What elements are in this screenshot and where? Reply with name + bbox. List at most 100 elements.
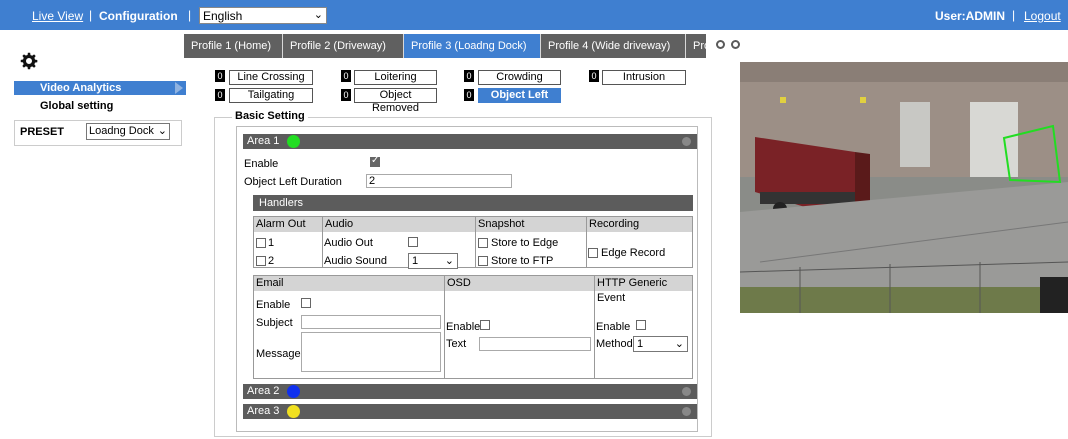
preset-value: Loadng Dock [89,125,154,137]
top-separator: | [89,8,93,22]
area-3-color-dot [287,405,300,418]
preset-select[interactable]: Loadng Dock ⌄ [86,123,170,140]
top-separator: | [188,8,192,22]
store-ftp-label: Store to FTP [491,255,554,267]
email-subject-input[interactable] [301,315,441,329]
enable-checkbox[interactable] [370,155,380,167]
divider [594,291,595,379]
area-3-bar[interactable]: Area 3 [243,404,697,419]
collapse-icon[interactable] [682,137,691,146]
audio-sound-label: Audio Sound [324,255,387,267]
nav-global-setting[interactable]: Global setting [40,100,113,112]
rule-count: 0 [341,70,351,82]
tab-profile-1[interactable]: Profile 1 (Home) [184,34,283,58]
rule-object-removed-button[interactable]: Object Removed [354,88,437,114]
rule-count: 0 [215,70,225,82]
basic-setting-legend: Basic Setting [232,110,308,122]
tab-profile-3[interactable]: Profile 3 (Loadng Dock) [404,34,541,58]
http-method-label: Method [596,338,633,350]
top-bar: Live View | Configuration | English ⌄ Us… [0,0,1068,30]
rule-intrusion-button[interactable]: Intrusion [602,70,686,85]
tab-profile-4[interactable]: Profile 4 (Wide driveway) [541,34,686,58]
rule-loitering-button[interactable]: Loitering [354,70,437,85]
rule-count: 0 [464,70,474,82]
collapse-icon[interactable] [682,407,691,416]
audio-sound-value: 1 [412,255,419,267]
edge-record-label: Edge Record [601,247,666,259]
alarm-out-2-checkbox[interactable] [256,256,266,266]
tab-profile-5[interactable]: Pro [686,34,706,58]
http-method-value: 1 [637,338,644,350]
rule-count: 0 [215,89,225,101]
top-separator: | [1012,8,1016,22]
language-select[interactable]: English ⌄ [199,7,327,24]
area-2-label: Area 2 [247,385,280,397]
user-label: User:ADMIN [935,9,1006,23]
handlers-bar: Handlers [253,195,693,211]
language-value: English [203,9,243,23]
scroll-right-icon[interactable] [731,40,740,49]
tab-profile-2[interactable]: Profile 2 (Driveway) [283,34,404,58]
email-enable-label: Enable [256,299,291,311]
area-1-color-dot [287,135,300,148]
divider [475,232,476,268]
http-enable-checkbox[interactable] [636,320,646,330]
store-edge-checkbox[interactable] [478,238,488,248]
http-header: HTTP Generic Event [594,276,692,304]
camera-preview[interactable] [740,62,1068,313]
osd-enable-checkbox[interactable] [480,320,490,330]
osd-text-input[interactable] [479,337,591,351]
email-message-textarea[interactable] [301,332,441,372]
rule-object-left-button[interactable]: Object Left [478,88,561,103]
configuration-link[interactable]: Configuration [99,9,178,23]
alarm-out-2-label: 2 [268,255,275,267]
snapshot-header: Snapshot [475,217,586,232]
scroll-left-icon[interactable] [716,40,725,49]
recording-header: Recording [586,217,692,232]
chevron-down-icon: ⌄ [313,9,323,21]
audio-out-label: Audio Out [324,237,373,249]
osd-header: OSD [444,276,594,291]
store-edge-label: Store to Edge [491,237,559,249]
audio-header: Audio [322,217,475,232]
area-1-label: Area 1 [247,135,280,147]
area-2-bar[interactable]: Area 2 [243,384,697,399]
http-method-select[interactable]: 1 ⌄ [633,336,688,352]
rule-count: 0 [464,89,474,101]
audio-sound-select[interactable]: 1 ⌄ [408,253,458,269]
profile-tabs: Profile 1 (Home) Profile 2 (Driveway) Pr… [184,34,706,58]
divider [586,232,587,268]
area-3-label: Area 3 [247,405,280,417]
logout-link[interactable]: Logout [1024,9,1061,23]
arrow-right-icon [175,82,183,94]
chevron-down-icon: ⌄ [157,125,167,137]
http-enable-label: Enable [596,321,631,333]
rule-line-crossing-button[interactable]: Line Crossing [229,70,313,85]
area-1-bar[interactable]: Area 1 [243,134,697,149]
audio-out-checkbox[interactable] [408,237,418,247]
chevron-down-icon: ⌄ [444,255,454,267]
nav-video-analytics[interactable]: Video Analytics [14,81,186,95]
email-message-label: Message [256,348,301,360]
duration-label: Object Left Duration [244,176,342,188]
area-2-color-dot [287,385,300,398]
collapse-icon[interactable] [682,387,691,396]
store-ftp-checkbox[interactable] [478,256,488,266]
divider [322,232,323,268]
email-subject-label: Subject [256,317,293,329]
gear-icon [20,52,38,70]
alarm-out-1-checkbox[interactable] [256,238,266,248]
divider [444,291,445,379]
preset-label: PRESET [20,126,65,138]
rule-count: 0 [589,70,599,82]
email-enable-checkbox[interactable] [301,298,311,308]
alarm-out-header: Alarm Out [254,217,322,232]
live-view-link[interactable]: Live View [32,9,83,23]
duration-input[interactable]: 2 [366,174,512,188]
edge-record-checkbox[interactable] [588,248,598,258]
email-header: Email [254,276,444,291]
alarm-out-1-label: 1 [268,237,275,249]
rule-crowding-button[interactable]: Crowding [478,70,561,85]
rule-count: 0 [341,89,351,101]
rule-tailgating-button[interactable]: Tailgating [229,88,313,103]
